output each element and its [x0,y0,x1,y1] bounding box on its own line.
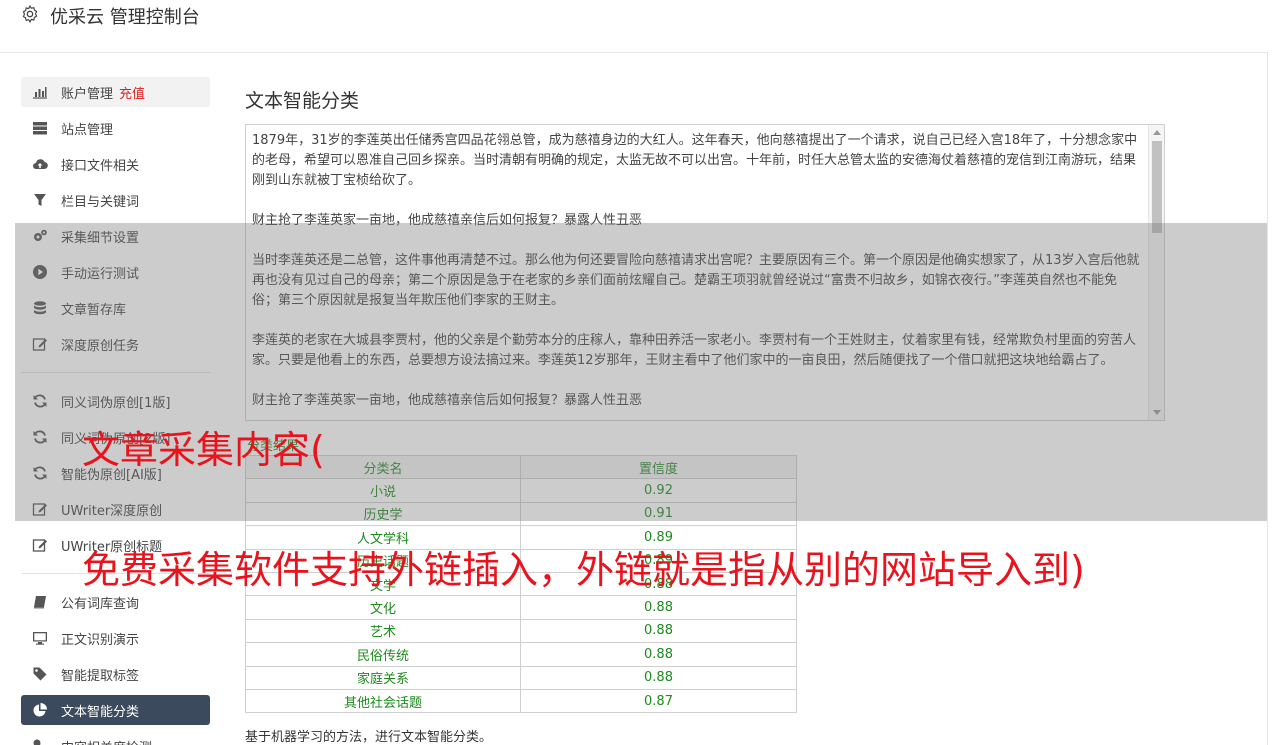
content-title: 文本智能分类 [245,90,360,112]
scrollbar-thumb[interactable] [1152,141,1162,233]
sidebar-item-extract-tags[interactable]: 智能提取标签 [21,659,210,689]
table-row: 文化 0.88 [245,595,797,620]
pie-chart-icon [31,702,49,718]
book-icon [31,594,49,610]
sidebar-item-label: 文本智能分类 [61,704,140,720]
sidebar-item-label: 站点管理 [61,122,114,138]
scroll-up-icon[interactable] [1153,130,1161,135]
category-cell: 艺术 [245,618,521,644]
recharge-link[interactable]: 充值 [119,83,145,102]
table-row: 家庭关系 0.88 [245,665,797,690]
sidebar-item-label: 公有词库查询 [61,596,140,612]
sidebar-item-interface-files[interactable]: 接口文件相关 [21,149,210,179]
sidebar-item-columns-keywords[interactable]: 栏目与关键词 [21,185,210,215]
article-paragraph: 1879年，31岁的李莲英出任储秀宫四品花翎总管，成为慈禧身边的大红人。这年春天… [252,133,1138,188]
sidebar-item-label: 正文识别演示 [61,632,140,648]
sidebar-item-relevance-check[interactable]: 内容相关度检测 [21,731,210,745]
sidebar-item-label: 栏目与关键词 [61,194,140,210]
table-row: 艺术 0.88 [245,618,797,644]
category-cell: 其他社会话题 [245,688,521,714]
cloud-upload-icon [31,156,49,172]
sidebar-item-label: 账户管理 [61,86,114,102]
table-row: 民俗传统 0.88 [245,642,797,667]
confidence-cell: 0.88 [520,618,797,644]
sidebar-item-label: 接口文件相关 [61,158,140,174]
sidebar-item-sites[interactable]: 站点管理 [21,113,210,143]
overlay-headline: 文章采集内容( [82,428,325,472]
sidebar-item-account[interactable]: 账户管理 充值 [21,77,210,107]
filter-icon [31,192,49,208]
confidence-cell: 0.88 [520,665,797,690]
category-cell: 文化 [245,595,521,620]
server-icon [31,120,49,136]
confidence-cell: 0.87 [520,688,797,714]
category-cell: 家庭关系 [245,665,521,690]
bar-chart-icon [31,84,49,100]
category-cell: 民俗传统 [245,642,521,667]
confidence-cell: 0.88 [520,595,797,620]
overlay-caption: 免费采集软件支持外链插入，外链就是指从别的网站导入到) [82,548,1085,592]
key-icon [31,738,49,745]
edit-icon [31,537,49,553]
table-row: 其他社会话题 0.87 [245,688,797,714]
sidebar-item-text-classification[interactable]: 文本智能分类 [21,695,210,725]
sidebar-item-text-recognition[interactable]: 正文识别演示 [21,623,210,653]
tag-icon [31,666,49,682]
monitor-icon [31,630,49,646]
sidebar-item-label: 智能提取标签 [61,668,140,684]
gray-overlay-band [15,223,1267,521]
confidence-cell: 0.88 [520,642,797,667]
description-text: 基于机器学习的方法，进行文本智能分类。 [245,730,493,745]
sidebar-item-label: 内容相关度检测 [61,737,152,745]
